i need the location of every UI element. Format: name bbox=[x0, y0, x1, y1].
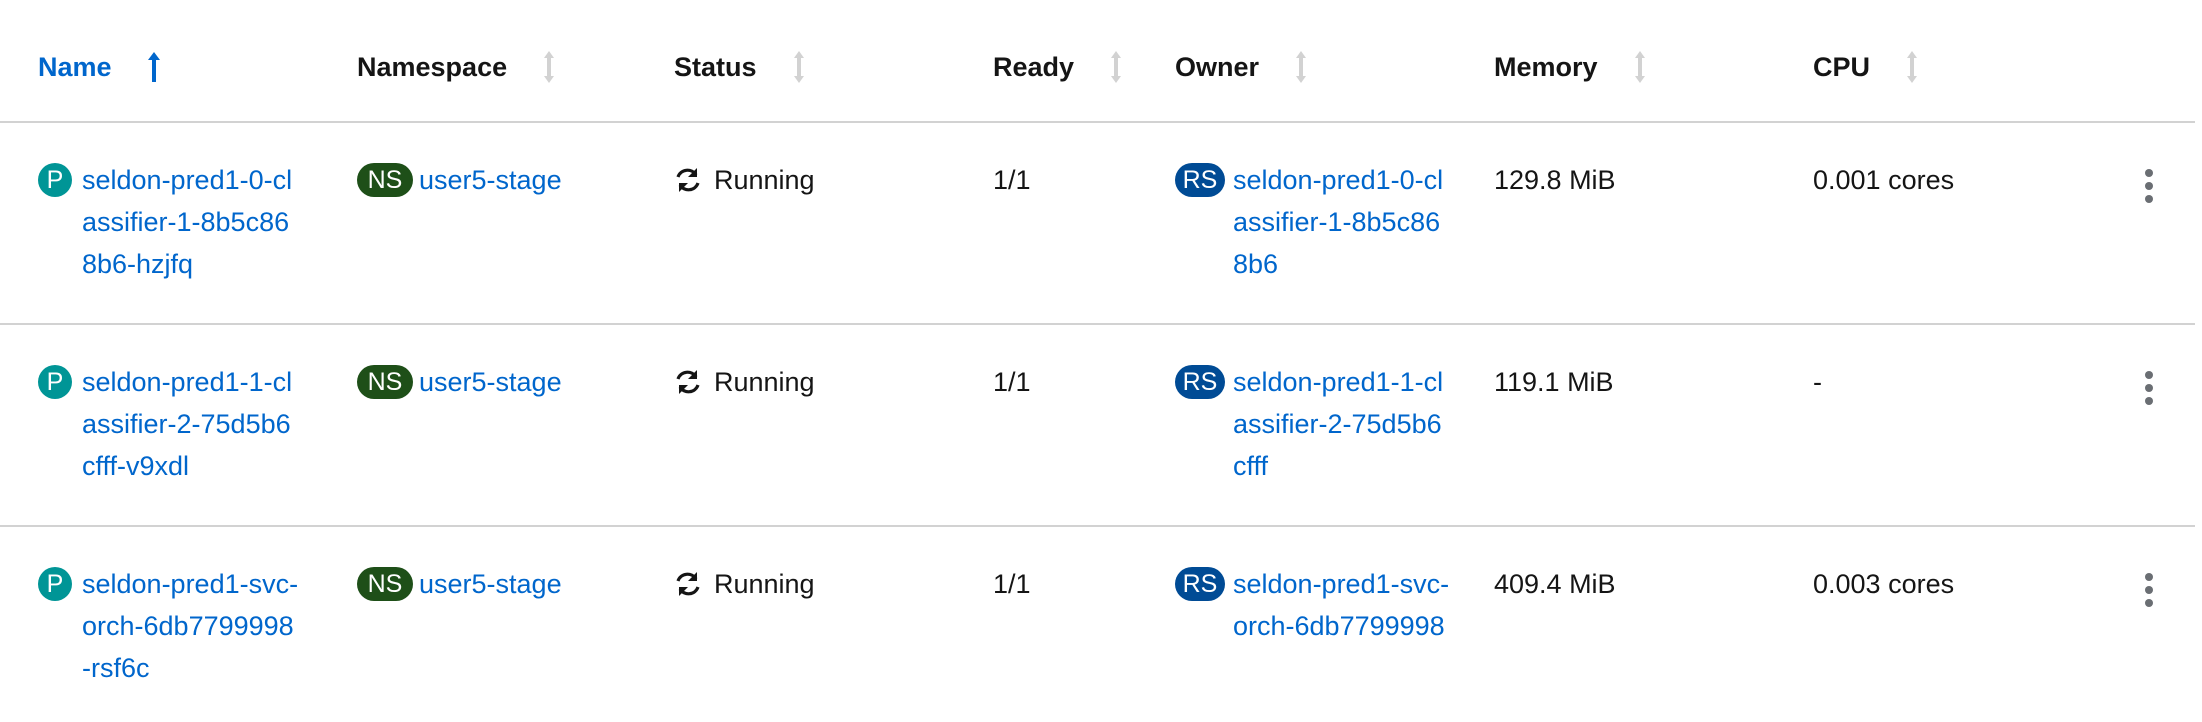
namespace-link[interactable]: user5-stage bbox=[419, 563, 562, 605]
namespace-cell: NS user5-stage bbox=[357, 563, 562, 605]
namespace-link[interactable]: user5-stage bbox=[419, 159, 562, 201]
ready-cell: 1/1 bbox=[993, 569, 1031, 599]
pod-badge: P bbox=[38, 567, 72, 601]
pod-name-link[interactable]: seldon-pred1-1-classifier-2-75d5b6cfff-v… bbox=[82, 361, 302, 487]
sync-icon bbox=[676, 370, 700, 394]
pod-name-link[interactable]: seldon-pred1-0-classifier-1-8b5c868b6-hz… bbox=[82, 159, 302, 285]
replicaset-badge: RS bbox=[1175, 567, 1225, 601]
sync-icon bbox=[676, 168, 700, 192]
memory-cell: 119.1 MiB bbox=[1494, 367, 1614, 397]
namespace-cell: NS user5-stage bbox=[357, 361, 562, 403]
pod-name-cell: P seldon-pred1-svc-orch-6db7799998-rsf6c bbox=[38, 563, 298, 683]
column-header-owner-label: Owner bbox=[1175, 51, 1260, 82]
sort-icon bbox=[544, 51, 555, 83]
column-header-name[interactable]: Name bbox=[38, 50, 162, 84]
pod-badge: P bbox=[38, 163, 72, 197]
namespace-badge: NS bbox=[357, 365, 413, 399]
owner-cell: RS seldon-pred1-1-classifier-2-75d5b6cff… bbox=[1175, 361, 1443, 481]
owner-cell: RS seldon-pred1-svc-orch-6db7799998 bbox=[1175, 563, 1449, 641]
owner-link[interactable]: seldon-pred1-1-classifier-2-75d5b6cfff bbox=[1233, 361, 1453, 487]
cpu-cell: - bbox=[1813, 367, 1822, 397]
pod-name-cell: P seldon-pred1-0-classifier-1-8b5c868b6-… bbox=[38, 159, 292, 279]
sort-icon bbox=[1296, 51, 1307, 83]
replicaset-badge: RS bbox=[1175, 163, 1225, 197]
column-header-cpu[interactable]: CPU bbox=[1813, 50, 1920, 84]
namespace-badge: NS bbox=[357, 567, 413, 601]
pods-table: Name Namespace Status Ready Owner Memory… bbox=[0, 0, 2195, 722]
sort-icon bbox=[1907, 51, 1918, 83]
status-cell: Running bbox=[674, 563, 815, 605]
kebab-menu-icon[interactable] bbox=[2141, 371, 2157, 409]
ready-cell: 1/1 bbox=[993, 165, 1031, 195]
namespace-link[interactable]: user5-stage bbox=[419, 361, 562, 403]
column-header-ready[interactable]: Ready bbox=[993, 50, 1124, 84]
table-header: Name Namespace Status Ready Owner Memory… bbox=[0, 0, 2195, 123]
column-header-namespace[interactable]: Namespace bbox=[357, 50, 557, 84]
cpu-cell: 0.001 cores bbox=[1813, 165, 1955, 195]
column-header-status[interactable]: Status bbox=[674, 50, 807, 84]
ready-cell: 1/1 bbox=[993, 367, 1031, 397]
table-row: P seldon-pred1-1-classifier-2-75d5b6cfff… bbox=[0, 323, 2195, 527]
column-header-namespace-label: Namespace bbox=[357, 51, 508, 82]
column-header-status-label: Status bbox=[674, 51, 757, 82]
column-header-owner[interactable]: Owner bbox=[1175, 50, 1309, 84]
replicaset-badge: RS bbox=[1175, 365, 1225, 399]
kebab-menu-icon[interactable] bbox=[2141, 169, 2157, 207]
cpu-cell: 0.003 cores bbox=[1813, 569, 1955, 599]
status-cell: Running bbox=[674, 361, 815, 403]
status-text: Running bbox=[714, 165, 815, 195]
owner-cell: RS seldon-pred1-0-classifier-1-8b5c868b6 bbox=[1175, 159, 1443, 279]
column-header-name-label: Name bbox=[38, 51, 112, 82]
namespace-cell: NS user5-stage bbox=[357, 159, 562, 201]
status-cell: Running bbox=[674, 159, 815, 201]
table-row: P seldon-pred1-svc-orch-6db7799998-rsf6c… bbox=[0, 525, 2195, 722]
column-header-cpu-label: CPU bbox=[1813, 51, 1871, 82]
memory-cell: 129.8 MiB bbox=[1494, 165, 1616, 195]
pod-name-link[interactable]: seldon-pred1-svc-orch-6db7799998-rsf6c bbox=[82, 563, 302, 689]
sort-icon bbox=[793, 51, 804, 83]
pod-badge: P bbox=[38, 365, 72, 399]
column-header-memory[interactable]: Memory bbox=[1494, 50, 1648, 84]
owner-link[interactable]: seldon-pred1-svc-orch-6db7799998 bbox=[1233, 563, 1453, 647]
sort-icon bbox=[1111, 51, 1122, 83]
kebab-menu-icon[interactable] bbox=[2141, 573, 2157, 611]
status-text: Running bbox=[714, 569, 815, 599]
sort-icon bbox=[1634, 51, 1645, 83]
owner-link[interactable]: seldon-pred1-0-classifier-1-8b5c868b6 bbox=[1233, 159, 1453, 285]
column-header-ready-label: Ready bbox=[993, 51, 1075, 82]
column-header-memory-label: Memory bbox=[1494, 51, 1598, 82]
sync-icon bbox=[676, 572, 700, 596]
namespace-badge: NS bbox=[357, 163, 413, 197]
table-row: P seldon-pred1-0-classifier-1-8b5c868b6-… bbox=[0, 121, 2195, 325]
sort-ascending-icon bbox=[147, 52, 160, 82]
memory-cell: 409.4 MiB bbox=[1494, 569, 1616, 599]
pod-name-cell: P seldon-pred1-1-classifier-2-75d5b6cfff… bbox=[38, 361, 292, 481]
status-text: Running bbox=[714, 367, 815, 397]
